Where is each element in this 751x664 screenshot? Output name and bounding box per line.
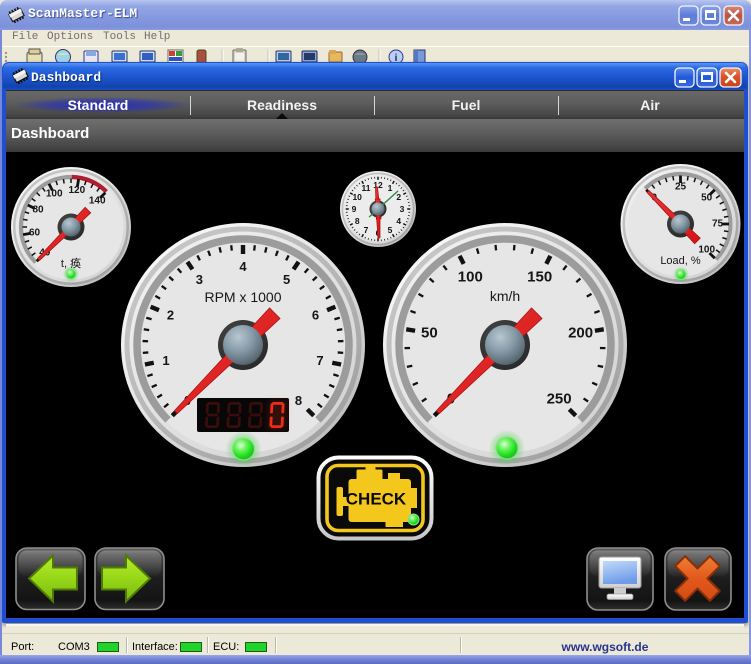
- svg-text:8: 8: [295, 393, 302, 408]
- svg-text:8: 8: [355, 216, 360, 226]
- svg-text:75: 75: [712, 219, 724, 230]
- svg-text:120: 120: [68, 185, 85, 196]
- svg-text:7: 7: [316, 353, 323, 368]
- svg-text:140: 140: [89, 195, 106, 206]
- svg-text:Load, %: Load, %: [660, 255, 701, 267]
- svg-text:11: 11: [362, 183, 371, 193]
- svg-text:100: 100: [698, 245, 715, 256]
- svg-text:80: 80: [32, 205, 44, 216]
- svg-text:50: 50: [421, 325, 438, 342]
- svg-text:250: 250: [547, 391, 572, 408]
- svg-text:6: 6: [312, 308, 319, 323]
- svg-text:1: 1: [388, 183, 393, 193]
- svg-text:4: 4: [396, 216, 401, 226]
- svg-text:50: 50: [701, 192, 713, 203]
- svg-text:5: 5: [283, 272, 290, 287]
- svg-text:7: 7: [364, 225, 369, 235]
- svg-text:km/h: km/h: [490, 288, 520, 304]
- svg-text:3: 3: [400, 204, 405, 214]
- svg-text:10: 10: [352, 192, 362, 202]
- svg-text:1: 1: [162, 353, 169, 368]
- svg-text:150: 150: [527, 268, 552, 285]
- svg-text:9: 9: [352, 204, 357, 214]
- svg-text:100: 100: [458, 268, 483, 285]
- svg-text:2: 2: [167, 308, 174, 323]
- svg-text:5: 5: [388, 225, 393, 235]
- svg-text:200: 200: [568, 325, 593, 342]
- svg-text:2: 2: [396, 192, 401, 202]
- svg-text:RPM x 1000: RPM x 1000: [204, 289, 281, 305]
- svg-text:12: 12: [373, 180, 383, 190]
- svg-text:CHECK: CHECK: [346, 490, 407, 509]
- svg-text:3: 3: [196, 272, 203, 287]
- svg-text:25: 25: [675, 182, 687, 193]
- svg-text:60: 60: [29, 227, 41, 238]
- svg-text:4: 4: [239, 259, 247, 274]
- svg-text:100: 100: [46, 189, 63, 200]
